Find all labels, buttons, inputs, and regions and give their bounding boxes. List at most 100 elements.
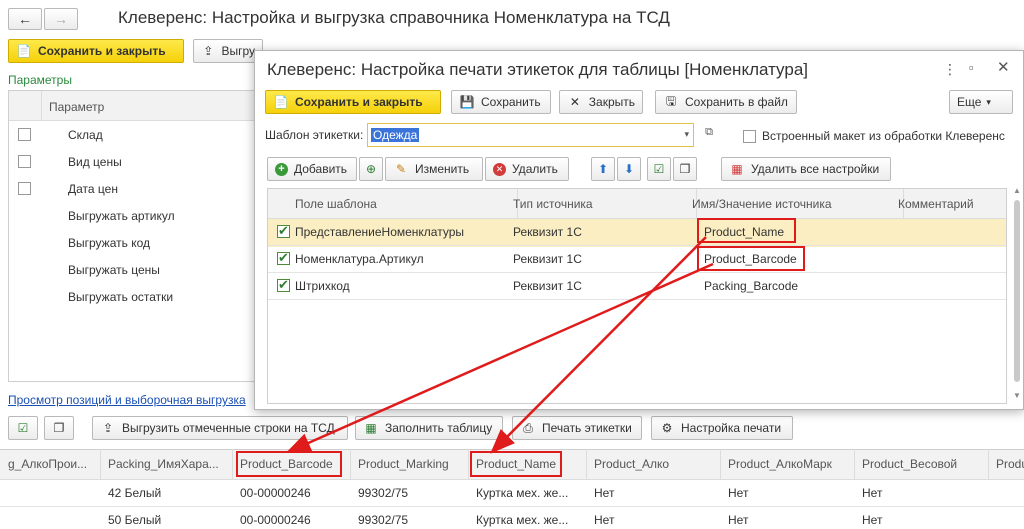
- delete-circle-icon: ✕: [493, 162, 506, 176]
- unmark-all-button[interactable]: ❐: [44, 416, 74, 440]
- grid-column-header[interactable]: g_АлкоПрои...: [8, 457, 96, 471]
- grid-column-header[interactable]: Product_Marking: [358, 457, 462, 471]
- maximize-icon[interactable]: ▫: [969, 60, 974, 75]
- grid-cell[interactable]: Нет: [862, 513, 982, 527]
- delete-table-icon: ▦: [731, 162, 743, 176]
- grid-cell[interactable]: 99302/75: [358, 513, 462, 527]
- template-field[interactable]: Одежда ▾: [367, 123, 694, 147]
- delete-button[interactable]: ✕ Удалить: [485, 157, 569, 181]
- window-title: Клеверенс: Настройка и выгрузка справочн…: [118, 8, 670, 27]
- arrow-left-icon: ←: [18, 11, 32, 27]
- open-template-icon[interactable]: ⧉: [700, 126, 718, 144]
- pencil-icon: ✎: [395, 162, 407, 176]
- more-vert-icon[interactable]: ⋮: [943, 61, 957, 78]
- more-button[interactable]: Еще ▾: [949, 90, 1013, 114]
- row-checkbox[interactable]: [277, 277, 290, 293]
- grid-column-divider: [100, 449, 101, 479]
- dialog-column-header[interactable]: Имя/Значение источника: [692, 197, 892, 211]
- grid-column-header[interactable]: Product_АлкоМарк: [728, 457, 848, 471]
- dropdown-icon[interactable]: ▾: [684, 129, 689, 140]
- param-checkbox[interactable]: [18, 155, 31, 168]
- param-checkbox[interactable]: [18, 182, 31, 195]
- arrow-up-icon: ⬆: [597, 162, 609, 176]
- annotation-box-product-barcode: [697, 246, 805, 271]
- template-value: Одежда: [371, 128, 420, 142]
- grid-cell[interactable]: 99302/75: [358, 486, 462, 500]
- row-checkbox[interactable]: [277, 223, 290, 239]
- grid-cell[interactable]: 00-00000246: [240, 513, 344, 527]
- copy-row-button[interactable]: ⊕: [359, 157, 383, 181]
- fill-table-button[interactable]: ▦ Заполнить таблицу: [355, 416, 503, 440]
- dialog-column-header[interactable]: Тип источника: [513, 197, 683, 211]
- print-labels-button[interactable]: ⎙ Печать этикетки: [512, 416, 642, 440]
- upload-marked-button[interactable]: ⇪ Выгрузить отмеченные строки на ТСД: [92, 416, 348, 440]
- field-cell: ПредставлениеНоменклатуры: [295, 225, 465, 239]
- template-label: Шаблон этикетки:: [265, 128, 364, 142]
- grid-cell[interactable]: Нет: [594, 486, 714, 500]
- scroll-up-icon[interactable]: ▲: [1013, 186, 1021, 195]
- scroll-down-icon[interactable]: ▼: [1013, 391, 1021, 400]
- arrow-right-icon: →: [54, 11, 68, 27]
- check-all-icon: ☑: [653, 162, 665, 176]
- move-down-button[interactable]: ⬇: [617, 157, 641, 181]
- grid-cell[interactable]: Нет: [728, 486, 848, 500]
- grid-cell[interactable]: Куртка мех. же...: [476, 513, 580, 527]
- forward-button[interactable]: →: [44, 8, 78, 30]
- grid-column-divider: [854, 449, 855, 479]
- grid-column-header[interactable]: Packing_ИмяХара...: [108, 457, 228, 471]
- close-x-icon: ✕: [569, 95, 580, 109]
- grid-cell[interactable]: Нет: [594, 513, 714, 527]
- save-and-close-button[interactable]: 📄 Сохранить и закрыть: [8, 39, 184, 63]
- param-label: Выгружать код: [68, 236, 150, 250]
- source-name-cell: Packing_Barcode: [704, 279, 799, 293]
- back-button[interactable]: ←: [8, 8, 42, 30]
- grid-column-header[interactable]: Product_Весовой: [862, 457, 982, 471]
- save-to-file-button[interactable]: 🖫 Сохранить в файл: [655, 90, 797, 114]
- grid-column-divider: [468, 449, 469, 479]
- print-settings-button[interactable]: ⚙ Настройка печати: [651, 416, 793, 440]
- grid-cell[interactable]: 42 Белый: [108, 486, 228, 500]
- dialog-scrollbar[interactable]: ▲ ▼: [1012, 186, 1022, 404]
- upload-button[interactable]: ⇪ Выгру: [193, 39, 263, 63]
- grid-column-divider: [232, 449, 233, 479]
- move-up-button[interactable]: ⬆: [591, 157, 615, 181]
- dialog-column-header[interactable]: Комментарий: [898, 197, 998, 211]
- builtin-checkbox[interactable]: [743, 130, 756, 143]
- row-checkbox[interactable]: [277, 250, 290, 266]
- dialog-title: Клеверенс: Настройка печати этикеток для…: [267, 60, 808, 79]
- param-label: Выгружать артикул: [68, 209, 175, 223]
- annotation-box-grid-product-name: [470, 451, 562, 477]
- dialog-save-button[interactable]: 💾 Сохранить: [451, 90, 551, 114]
- table-icon: ▦: [365, 421, 377, 435]
- params-header: Параметр: [49, 100, 105, 114]
- mark-all-button[interactable]: ☑: [8, 416, 38, 440]
- grid-row-divider: [0, 506, 1024, 507]
- grid-cell[interactable]: Нет: [728, 513, 848, 527]
- dialog-column-header[interactable]: Поле шаблона: [295, 197, 495, 211]
- param-checkbox[interactable]: [18, 128, 31, 141]
- check-all-button[interactable]: ☑: [647, 157, 671, 181]
- grid-column-header[interactable]: Product_Алко: [594, 457, 714, 471]
- grid-column-divider: [586, 449, 587, 479]
- grid-column-header[interactable]: Produ: [996, 457, 1024, 471]
- grid-cell[interactable]: 50 Белый: [108, 513, 228, 527]
- field-cell: Штрихкод: [295, 279, 350, 293]
- grid-cell[interactable]: 00-00000246: [240, 486, 344, 500]
- dialog-close-button[interactable]: ✕ Закрыть: [559, 90, 643, 114]
- grid-column-divider: [720, 449, 721, 479]
- params-link[interactable]: Параметры: [8, 73, 72, 87]
- grid-cell[interactable]: Нет: [862, 486, 982, 500]
- add-button[interactable]: + Добавить: [267, 157, 357, 181]
- grid-cell[interactable]: Куртка мех. же...: [476, 486, 580, 500]
- delete-all-settings-button[interactable]: ▦ Удалить все настройки: [721, 157, 891, 181]
- close-icon[interactable]: ✕: [997, 58, 1010, 76]
- save-doc-icon: 📄: [273, 95, 289, 109]
- uncheck-all-button[interactable]: ❐: [673, 157, 697, 181]
- scroll-thumb[interactable]: [1014, 200, 1020, 382]
- param-label: Выгружать цены: [68, 263, 160, 277]
- edit-button[interactable]: ✎ Изменить: [385, 157, 483, 181]
- param-label: Выгружать остатки: [68, 290, 174, 304]
- view-positions-link[interactable]: Просмотр позиций и выборочная выгрузка: [8, 393, 246, 407]
- save-file-icon: 🖫: [665, 93, 677, 108]
- dialog-save-and-close-button[interactable]: 📄 Сохранить и закрыть: [265, 90, 441, 114]
